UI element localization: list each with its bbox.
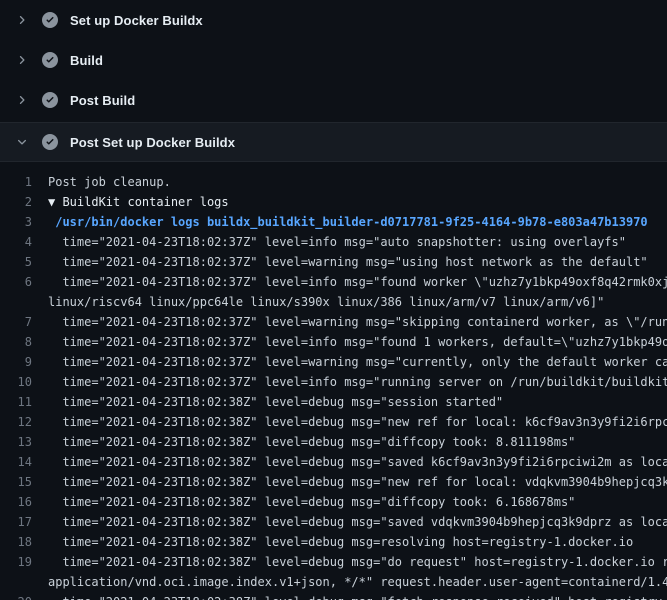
log-line-number[interactable]: 5: [0, 252, 48, 272]
log-line-text: time="2021-04-23T18:02:37Z" level=info m…: [48, 272, 667, 292]
log-line-text: time="2021-04-23T18:02:38Z" level=debug …: [48, 432, 575, 452]
step-section-header-post-build[interactable]: Post Build: [0, 80, 667, 120]
log-line-20: 20 time="2021-04-23T18:02:38Z" level=deb…: [0, 592, 667, 600]
log-line-text: /usr/bin/docker logs buildx_buildkit_bui…: [48, 212, 648, 232]
check-circle-icon: [42, 134, 58, 150]
log-line-15: 15 time="2021-04-23T18:02:38Z" level=deb…: [0, 472, 667, 492]
log-line-number[interactable]: 4: [0, 232, 48, 252]
log-line-number[interactable]: 10: [0, 372, 48, 392]
log-line-number[interactable]: 6: [0, 272, 48, 292]
log-line-text: time="2021-04-23T18:02:38Z" level=debug …: [48, 552, 667, 572]
log-line-text: linux/riscv64 linux/ppc64le linux/s390x …: [48, 292, 604, 312]
log-line-text: time="2021-04-23T18:02:37Z" level=warnin…: [48, 252, 648, 272]
log-line-text: time="2021-04-23T18:02:37Z" level=info m…: [48, 372, 667, 392]
log-line-number[interactable]: 7: [0, 312, 48, 332]
log-line-number[interactable]: 2: [0, 192, 48, 212]
log-line-number[interactable]: 3: [0, 212, 48, 232]
log-line-text: time="2021-04-23T18:02:38Z" level=debug …: [48, 492, 575, 512]
log-line-text: time="2021-04-23T18:02:38Z" level=debug …: [48, 452, 667, 472]
check-circle-icon: [42, 92, 58, 108]
log-line-number[interactable]: 8: [0, 332, 48, 352]
chevron-right-icon[interactable]: [14, 12, 30, 28]
actions-log-viewer: Set up Docker Buildx Build Post Buil: [0, 0, 667, 600]
log-area: 1 Post job cleanup. 2 ▼ BuildKit contain…: [0, 162, 667, 600]
log-line-number[interactable]: 14: [0, 452, 48, 472]
log-line-number[interactable]: 13: [0, 432, 48, 452]
log-line-11: 11 time="2021-04-23T18:02:38Z" level=deb…: [0, 392, 667, 412]
log-line-6: 6 time="2021-04-23T18:02:37Z" level=info…: [0, 272, 667, 292]
check-circle-icon: [42, 52, 58, 68]
log-line-text: BuildKit container logs: [62, 192, 228, 212]
log-line-text: time="2021-04-23T18:02:38Z" level=debug …: [48, 512, 667, 532]
step-section-label: Post Build: [70, 93, 135, 108]
check-circle-icon: [42, 12, 58, 28]
log-line-16: 16 time="2021-04-23T18:02:38Z" level=deb…: [0, 492, 667, 512]
log-line-number[interactable]: 12: [0, 412, 48, 432]
log-line-9: 9 time="2021-04-23T18:02:37Z" level=warn…: [0, 352, 667, 372]
log-line-number[interactable]: 11: [0, 392, 48, 412]
step-section-label: Build: [70, 53, 103, 68]
log-line-10: 10 time="2021-04-23T18:02:37Z" level=inf…: [0, 372, 667, 392]
log-line-1: 1 Post job cleanup.: [0, 172, 667, 192]
log-line-6-continuation: linux/riscv64 linux/ppc64le linux/s390x …: [0, 292, 667, 312]
log-line-14: 14 time="2021-04-23T18:02:38Z" level=deb…: [0, 452, 667, 472]
log-line-text: time="2021-04-23T18:02:38Z" level=debug …: [48, 472, 667, 492]
log-line-text: time="2021-04-23T18:02:37Z" level=info m…: [48, 232, 626, 252]
log-line-number[interactable]: 1: [0, 172, 48, 192]
log-line-18: 18 time="2021-04-23T18:02:38Z" level=deb…: [0, 532, 667, 552]
log-line-number[interactable]: 20: [0, 592, 48, 600]
log-line-number[interactable]: 19: [0, 552, 48, 572]
step-section-header-build[interactable]: Build: [0, 40, 667, 80]
log-line-text: time="2021-04-23T18:02:37Z" level=info m…: [48, 332, 667, 352]
step-section-list: Set up Docker Buildx Build Post Buil: [0, 0, 667, 600]
log-line-8: 8 time="2021-04-23T18:02:37Z" level=info…: [0, 332, 667, 352]
log-line-19: 19 time="2021-04-23T18:02:38Z" level=deb…: [0, 552, 667, 572]
log-line-text: time="2021-04-23T18:02:38Z" level=debug …: [48, 592, 662, 600]
log-line-2[interactable]: 2 ▼ BuildKit container logs: [0, 192, 667, 212]
log-group-caret-icon[interactable]: ▼: [48, 192, 62, 212]
log-line-text: time="2021-04-23T18:02:38Z" level=debug …: [48, 412, 667, 432]
log-line-number[interactable]: 18: [0, 532, 48, 552]
log-line-5: 5 time="2021-04-23T18:02:37Z" level=warn…: [0, 252, 667, 272]
log-line-13: 13 time="2021-04-23T18:02:38Z" level=deb…: [0, 432, 667, 452]
log-line-number[interactable]: 15: [0, 472, 48, 492]
log-line-number[interactable]: 16: [0, 492, 48, 512]
log-line-12: 12 time="2021-04-23T18:02:38Z" level=deb…: [0, 412, 667, 432]
log-line-text: time="2021-04-23T18:02:37Z" level=warnin…: [48, 312, 667, 332]
log-line-text: time="2021-04-23T18:02:37Z" level=warnin…: [48, 352, 667, 372]
step-section-header-post-set-up-docker-buildx[interactable]: Post Set up Docker Buildx: [0, 122, 667, 162]
log-line-number: [0, 292, 48, 312]
log-line-text: time="2021-04-23T18:02:38Z" level=debug …: [48, 532, 633, 552]
log-line-text: application/vnd.oci.image.index.v1+json,…: [48, 572, 667, 592]
log-line-17: 17 time="2021-04-23T18:02:38Z" level=deb…: [0, 512, 667, 532]
log-line-text: Post job cleanup.: [48, 172, 171, 192]
log-line-number[interactable]: 9: [0, 352, 48, 372]
chevron-down-icon[interactable]: [14, 134, 30, 150]
log-line-19-continuation: application/vnd.oci.image.index.v1+json,…: [0, 572, 667, 592]
log-line-number: [0, 572, 48, 592]
chevron-right-icon[interactable]: [14, 52, 30, 68]
step-section-label: Post Set up Docker Buildx: [70, 135, 235, 150]
step-section-label: Set up Docker Buildx: [70, 13, 203, 28]
chevron-right-icon[interactable]: [14, 92, 30, 108]
log-line-4: 4 time="2021-04-23T18:02:37Z" level=info…: [0, 232, 667, 252]
step-section-header-set-up-docker-buildx[interactable]: Set up Docker Buildx: [0, 0, 667, 40]
log-line-number[interactable]: 17: [0, 512, 48, 532]
log-line-text: time="2021-04-23T18:02:38Z" level=debug …: [48, 392, 503, 412]
log-line-3: 3 /usr/bin/docker logs buildx_buildkit_b…: [0, 212, 667, 232]
log-line-7: 7 time="2021-04-23T18:02:37Z" level=warn…: [0, 312, 667, 332]
